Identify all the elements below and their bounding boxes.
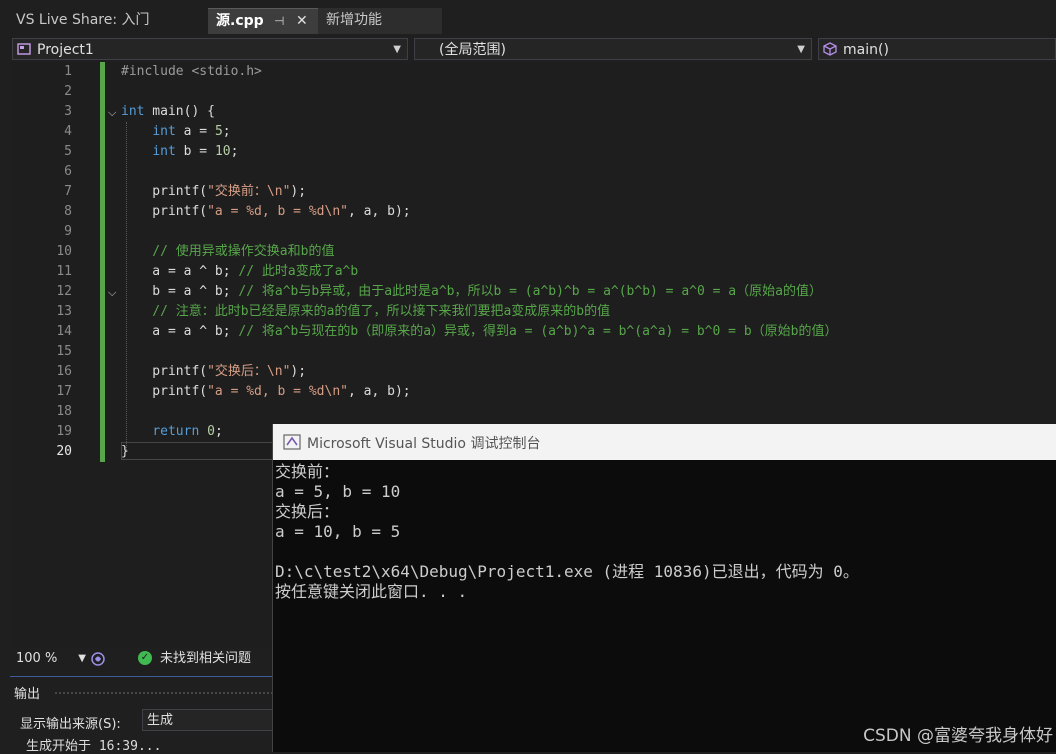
chevron-down-icon: ▼ — [393, 44, 401, 55]
line-number: 11 — [56, 264, 72, 279]
chevron-down-icon: ▼ — [78, 653, 86, 664]
line-number: 2 — [64, 84, 72, 99]
visual-studio-icon — [283, 434, 301, 450]
code-line: int main() { — [121, 104, 215, 119]
code-line: printf("交换后：\n"); — [121, 364, 307, 379]
console-line: a = 5, b = 10 — [275, 482, 401, 501]
code-line: #include <stdio.h> — [121, 64, 262, 79]
code-line: } — [121, 444, 129, 459]
console-title-bar[interactable]: Microsoft Visual Studio 调试控制台 — [273, 424, 1056, 460]
console-line: 交换后： — [275, 502, 340, 521]
zoom-level: 100 % — [16, 651, 58, 666]
zoom-dropdown[interactable]: 100 % ▼ — [14, 650, 86, 668]
scope-dropdown[interactable]: (全局范围) ▼ — [414, 38, 812, 60]
project-name: Project1 — [37, 42, 94, 58]
output-panel: 输出 显示输出来源(S): 生成 生成开始于 16:39... — [10, 676, 274, 754]
current-line-highlight — [121, 442, 281, 460]
cube-icon — [823, 42, 837, 56]
line-number: 9 — [64, 224, 72, 239]
document-tab-strip: VS Live Share: 入门 源.cpp ⊣ ✕ 新增功能 — [0, 0, 1056, 36]
copilot-icon[interactable] — [90, 651, 106, 667]
line-number: 10 — [56, 244, 72, 259]
member-dropdown[interactable]: main() — [818, 38, 1056, 60]
line-number: 14 — [56, 324, 72, 339]
code-line: // 使用异或操作交换a和b的值 — [121, 244, 335, 259]
tab-label: 源.cpp — [216, 13, 264, 29]
line-number: 18 — [56, 404, 72, 419]
debug-console-window[interactable]: Microsoft Visual Studio 调试控制台 交换前： a = 5… — [272, 424, 1056, 752]
code-line: // 注意：此时b已经是原来的a的值了，所以接下来我们要把a变成原来的b的值 — [121, 304, 611, 319]
tab-label: 新增功能 — [326, 12, 382, 28]
console-line: a = 10, b = 5 — [275, 522, 401, 541]
scope-name: (全局范围) — [439, 42, 506, 58]
line-number: 6 — [64, 164, 72, 179]
line-number: 12 — [56, 284, 72, 299]
code-line: a = a ^ b; // 将a^b与现在的b（即原来的a）异或，得到a = (… — [121, 324, 838, 339]
line-number: 3 — [64, 104, 72, 119]
tab-source-cpp[interactable]: 源.cpp ⊣ ✕ — [208, 8, 318, 34]
navigation-bar: Project1 ▼ (全局范围) ▼ main() — [12, 36, 1056, 63]
close-icon[interactable]: ✕ — [296, 9, 308, 33]
tab-label: VS Live Share: 入门 — [16, 12, 150, 28]
line-number: 4 — [64, 124, 72, 139]
console-line: 交换前： — [275, 462, 340, 481]
output-text-line: 生成开始于 16:39... — [26, 739, 162, 754]
code-line: printf("a = %d, b = %d\n", a, b); — [121, 204, 411, 219]
fold-chevron-icon[interactable]: ⌵ — [108, 286, 116, 300]
line-number: 19 — [56, 424, 72, 439]
line-number: 5 — [64, 144, 72, 159]
fold-chevron-icon[interactable]: ⌵ — [108, 106, 116, 120]
panel-drag-handle[interactable] — [54, 691, 274, 695]
code-line: return 0; — [152, 424, 223, 439]
editor-status-bar: 100 % ▼ ✓ 未找到相关问题 — [12, 648, 274, 670]
console-line: D:\c\test2\x64\Debug\Project1.exe (进程 10… — [275, 562, 859, 581]
output-title: 输出 — [14, 687, 41, 702]
code-line: a = a ^ b; // 此时a变成了a^b — [121, 264, 359, 279]
chevron-down-icon: ▼ — [797, 44, 805, 55]
line-number: 15 — [56, 344, 72, 359]
member-name: main() — [843, 42, 889, 58]
line-number: 13 — [56, 304, 72, 319]
change-tracking-bar — [100, 62, 105, 462]
issues-status[interactable]: 未找到相关问题 — [160, 650, 251, 668]
code-line: printf("交换前：\n"); — [121, 184, 307, 199]
check-icon: ✓ — [138, 651, 152, 665]
output-source-label: 显示输出来源(S): — [20, 717, 121, 732]
code-line: int b = 10; — [152, 144, 239, 159]
output-source-dropdown[interactable]: 生成 — [142, 709, 274, 731]
tab-vs-live-share[interactable]: VS Live Share: 入门 — [0, 8, 208, 34]
line-number: 20 — [56, 444, 72, 459]
line-number: 7 — [64, 184, 72, 199]
pin-icon[interactable]: ⊣ — [274, 9, 284, 33]
line-number: 1 — [64, 64, 72, 79]
console-line: 按任意键关闭此窗口. . . — [275, 582, 468, 601]
code-line: printf("a = %d, b = %d\n", a, b); — [121, 384, 411, 399]
line-number: 17 — [56, 384, 72, 399]
console-title: Microsoft Visual Studio 调试控制台 — [307, 436, 541, 452]
code-line: b = a ^ b; // 将a^b与b异或，由于a此时是a^b，所以b = (… — [121, 284, 822, 299]
project-icon — [17, 43, 31, 55]
line-number: 16 — [56, 364, 72, 379]
line-number: 8 — [64, 204, 72, 219]
code-line: int a = 5; — [152, 124, 231, 139]
project-dropdown[interactable]: Project1 ▼ — [12, 38, 408, 60]
tab-whats-new[interactable]: 新增功能 — [318, 8, 442, 34]
watermark: CSDN @富婆夸我身体好 — [863, 726, 1053, 746]
